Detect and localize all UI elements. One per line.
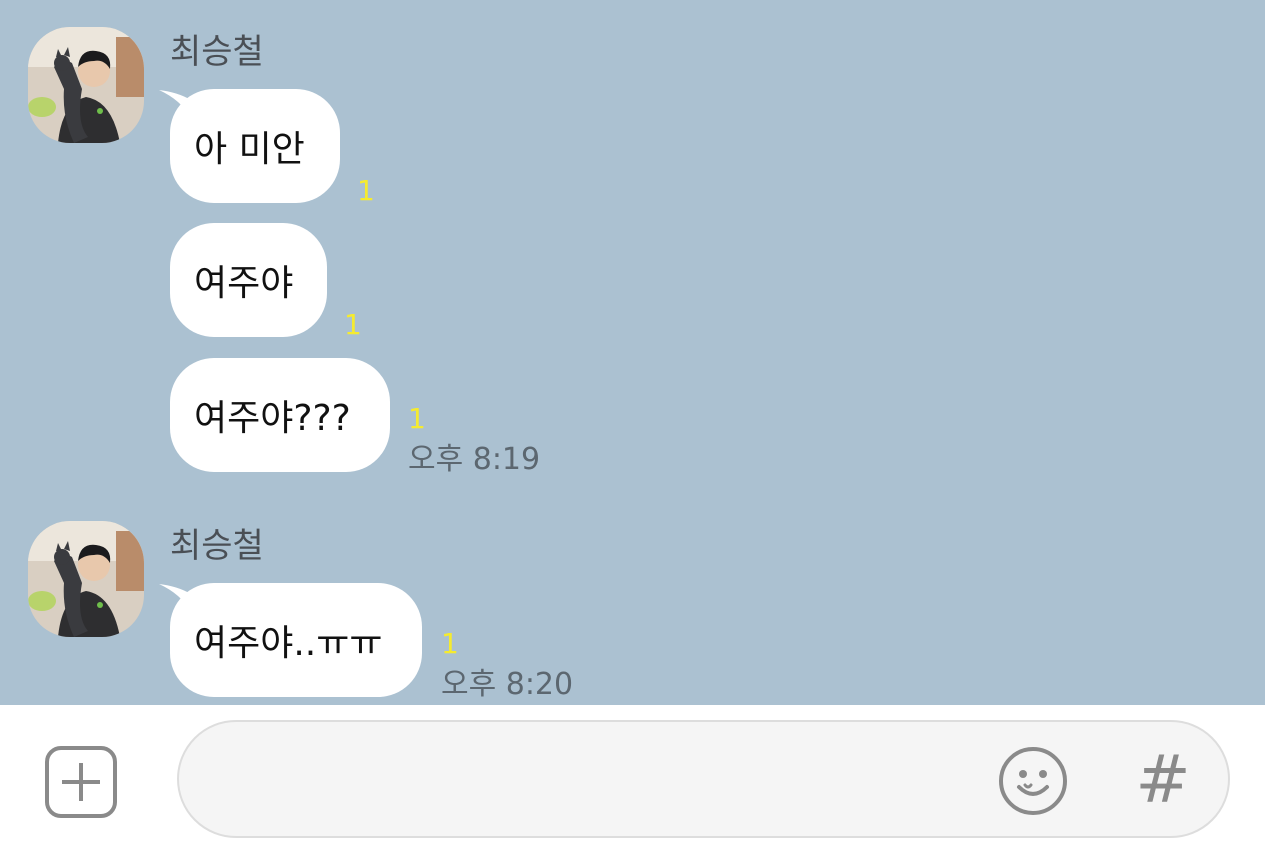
chat-area[interactable]: 최승철 아 미안 1 여주야 1 여주야??? 1 오후 8:19 최승철 여주… <box>0 0 1265 705</box>
message-bubble[interactable]: 아 미안 <box>170 89 340 203</box>
sender-avatar[interactable] <box>28 521 144 637</box>
message-timestamp: 오후 8:19 <box>408 442 541 477</box>
unread-count: 1 <box>408 402 426 435</box>
message-text: 아 미안 <box>194 129 305 170</box>
message-text: 여주야..ㅠㅠ <box>194 623 383 664</box>
message-bubble[interactable]: 여주야 <box>170 223 327 337</box>
unread-count: 1 <box>441 627 459 660</box>
smiley-face-icon[interactable] <box>997 745 1069 817</box>
unread-count: 1 <box>344 308 362 341</box>
avatar-photo <box>28 521 144 637</box>
message-bubble[interactable]: 여주야??? <box>170 358 390 472</box>
sender-name: 최승철 <box>170 32 264 72</box>
message-text: 여주야 <box>194 263 294 304</box>
sender-avatar[interactable] <box>28 27 144 143</box>
unread-count: 1 <box>357 174 375 207</box>
message-timestamp: 오후 8:20 <box>441 667 574 702</box>
avatar-photo <box>28 27 144 143</box>
message-bubble[interactable]: 여주야..ㅠㅠ <box>170 583 422 697</box>
plus-square-icon[interactable] <box>45 746 117 818</box>
hashtag-button[interactable]: # <box>1135 743 1191 817</box>
sender-name: 최승철 <box>170 526 264 566</box>
message-input-bar: # <box>0 705 1265 845</box>
message-input[interactable] <box>177 720 1230 838</box>
message-text: 여주야??? <box>194 398 351 439</box>
